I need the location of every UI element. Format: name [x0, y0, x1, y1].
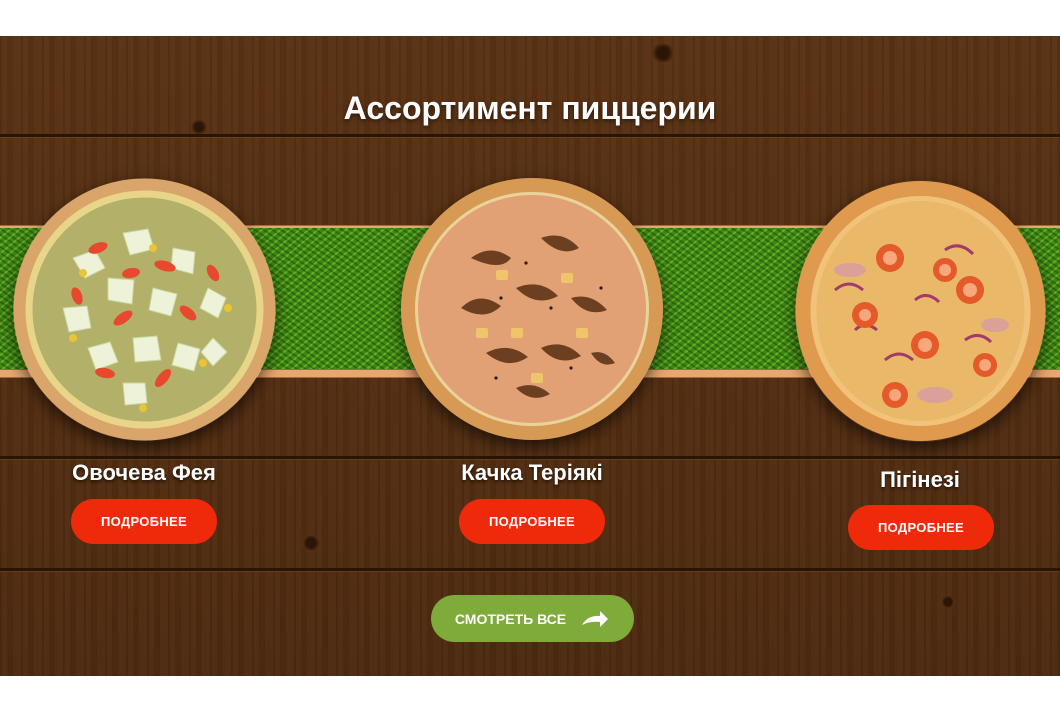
pizza-image-piginezi[interactable] — [795, 180, 1046, 442]
details-button[interactable]: ПОДРОБНЕЕ — [848, 505, 994, 550]
plank-divider — [0, 456, 1060, 459]
wood-knot — [650, 44, 676, 62]
wood-knot — [300, 536, 322, 550]
pizza-illustration — [13, 178, 276, 441]
product-name: Качка Теріякі — [461, 460, 603, 485]
view-all-label: СМОТРЕТЬ ВСЕ — [454, 610, 567, 627]
plank-divider — [0, 568, 1060, 571]
pizza-assortment-section: Ассортимент пиццерии Овочева Фея Качка Т… — [0, 36, 1060, 676]
section-title: Ассортимент пиццерии — [343, 90, 717, 126]
pizza-illustration — [795, 181, 1046, 441]
product-name: Овочева Фея — [72, 460, 216, 485]
details-button[interactable]: ПОДРОБНЕЕ — [459, 499, 605, 544]
arrow-right-icon — [582, 610, 609, 627]
wood-knot — [940, 596, 956, 608]
product-name: Пігінезі — [880, 467, 960, 492]
details-button[interactable]: ПОДРОБНЕЕ — [71, 499, 217, 544]
view-all-button[interactable]: СМОТРЕТЬ ВСЕ — [431, 595, 634, 642]
pizza-image-ovocheva-feya[interactable] — [13, 178, 276, 441]
pizza-image-kachka-teriyaki[interactable] — [401, 178, 663, 440]
plank-divider — [0, 134, 1060, 137]
pizza-illustration — [401, 178, 663, 440]
